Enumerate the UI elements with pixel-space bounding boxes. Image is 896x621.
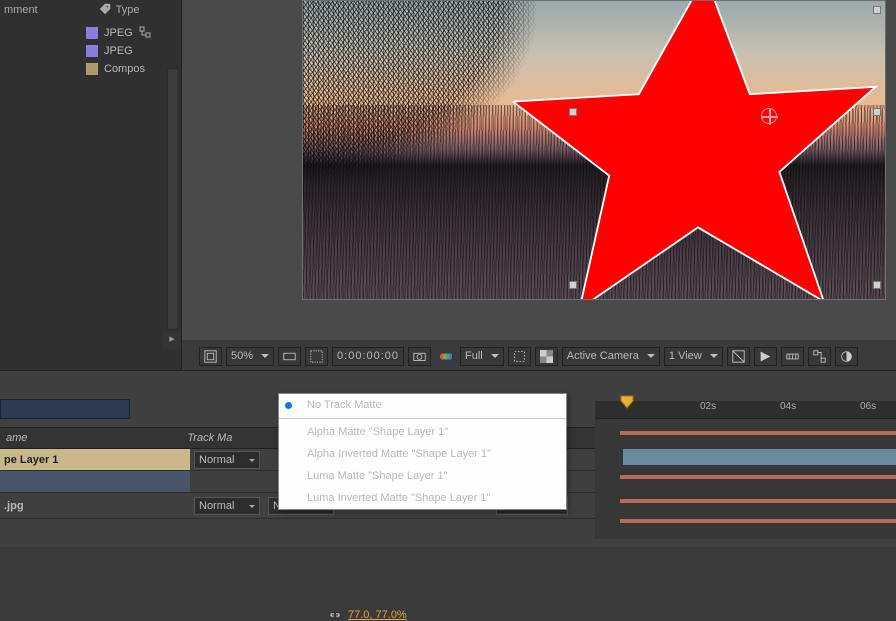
viewer-controls: 50% 0:00:00:00 Full Active Camera 1 View: [195, 343, 896, 369]
menu-separator: [279, 418, 566, 419]
transform-handle[interactable]: [569, 281, 577, 289]
transparency-grid-icon[interactable]: [535, 347, 558, 366]
menu-item-no-track-matte[interactable]: No Track Matte: [279, 394, 566, 416]
track-matte-context-menu: No Track Matte Alpha Matte "Shape Layer …: [278, 393, 567, 510]
layer-duration-bar[interactable]: [620, 519, 896, 523]
project-scrollbar[interactable]: [167, 68, 179, 330]
safe-zones-icon[interactable]: [305, 347, 328, 366]
zoom-select[interactable]: 50%: [226, 347, 274, 366]
selected-indicator-icon: [285, 402, 292, 409]
panel-expand-icon[interactable]: ▸: [163, 332, 181, 350]
link-icon[interactable]: [328, 610, 342, 620]
fast-preview-icon[interactable]: [754, 347, 777, 366]
timeline-icon[interactable]: [781, 347, 804, 366]
time-tick: 04s: [780, 401, 796, 412]
aspect-icon[interactable]: [278, 347, 301, 366]
col-track-matte[interactable]: Track Ma: [187, 432, 232, 444]
composition-canvas[interactable]: [302, 0, 886, 300]
col-name[interactable]: ame: [6, 432, 27, 444]
layer-name[interactable]: pe Layer 1: [0, 449, 190, 470]
file-type-label: JPEG: [104, 45, 133, 57]
file-type-label: JPEG: [104, 27, 133, 39]
scale-value[interactable]: 77.0, 77.0%: [348, 609, 407, 621]
composition-viewer: [182, 0, 896, 340]
magnification-grid-icon[interactable]: [199, 347, 222, 366]
file-type-label: Compos: [104, 63, 145, 75]
layer-name[interactable]: [0, 471, 190, 492]
project-columns-header: mment Type: [0, 0, 181, 20]
blend-mode-select[interactable]: Normal: [194, 451, 260, 469]
project-panel: mment Type JPEG JPEG Compos ▸: [0, 0, 182, 370]
layer-duration-bar[interactable]: [620, 475, 896, 479]
region-of-interest-icon[interactable]: [508, 347, 531, 366]
tag-icon: [98, 2, 112, 19]
views-select[interactable]: 1 View: [664, 347, 723, 366]
time-ruler[interactable]: 02s 04s 06s: [595, 401, 896, 419]
hierarchy-icon: [139, 26, 153, 41]
transform-handle[interactable]: [569, 108, 577, 116]
time-tick: 06s: [860, 401, 876, 412]
layer-duration-bar[interactable]: [620, 499, 896, 503]
layer-name[interactable]: .jpg: [0, 493, 190, 518]
menu-item-luma-inverted-matte[interactable]: Luma Inverted Matte "Shape Layer 1": [279, 487, 566, 509]
pixel-aspect-icon[interactable]: [727, 347, 750, 366]
shape-layer-star[interactable]: [513, 0, 883, 300]
snapshot-icon[interactable]: [408, 347, 431, 366]
menu-item-luma-matte[interactable]: Luma Matte "Shape Layer 1": [279, 465, 566, 487]
transform-handle[interactable]: [873, 108, 881, 116]
filetype-swatch: [86, 45, 98, 57]
anchor-point-icon[interactable]: [761, 108, 777, 124]
transform-handle[interactable]: [873, 281, 881, 289]
show-channel-icon[interactable]: [435, 347, 456, 366]
scale-property[interactable]: 77.0, 77.0%: [328, 609, 407, 621]
project-item[interactable]: JPEG: [86, 24, 181, 42]
track-lanes[interactable]: [595, 419, 896, 539]
flowchart-icon[interactable]: [808, 347, 831, 366]
timeline-search-input[interactable]: [0, 399, 130, 419]
transform-handle[interactable]: [873, 6, 881, 14]
project-item[interactable]: JPEG: [86, 42, 181, 60]
layer-duration-bar[interactable]: [623, 449, 896, 465]
column-comment[interactable]: mment: [4, 4, 38, 16]
column-type[interactable]: Type: [116, 4, 140, 16]
current-time-indicator[interactable]: [620, 395, 634, 409]
time-tick: 02s: [700, 401, 716, 412]
filetype-swatch: [86, 63, 98, 75]
layer-duration-bar[interactable]: [620, 431, 896, 435]
exposure-icon[interactable]: [835, 347, 858, 366]
blend-mode-select[interactable]: Normal: [194, 497, 260, 515]
menu-item-alpha-matte[interactable]: Alpha Matte "Shape Layer 1": [279, 421, 566, 443]
current-time-display[interactable]: 0:00:00:00: [332, 347, 404, 366]
resolution-select[interactable]: Full: [460, 347, 504, 366]
filetype-swatch: [86, 27, 98, 39]
menu-item-alpha-inverted-matte[interactable]: Alpha Inverted Matte "Shape Layer 1": [279, 443, 566, 465]
camera-select[interactable]: Active Camera: [562, 347, 660, 366]
